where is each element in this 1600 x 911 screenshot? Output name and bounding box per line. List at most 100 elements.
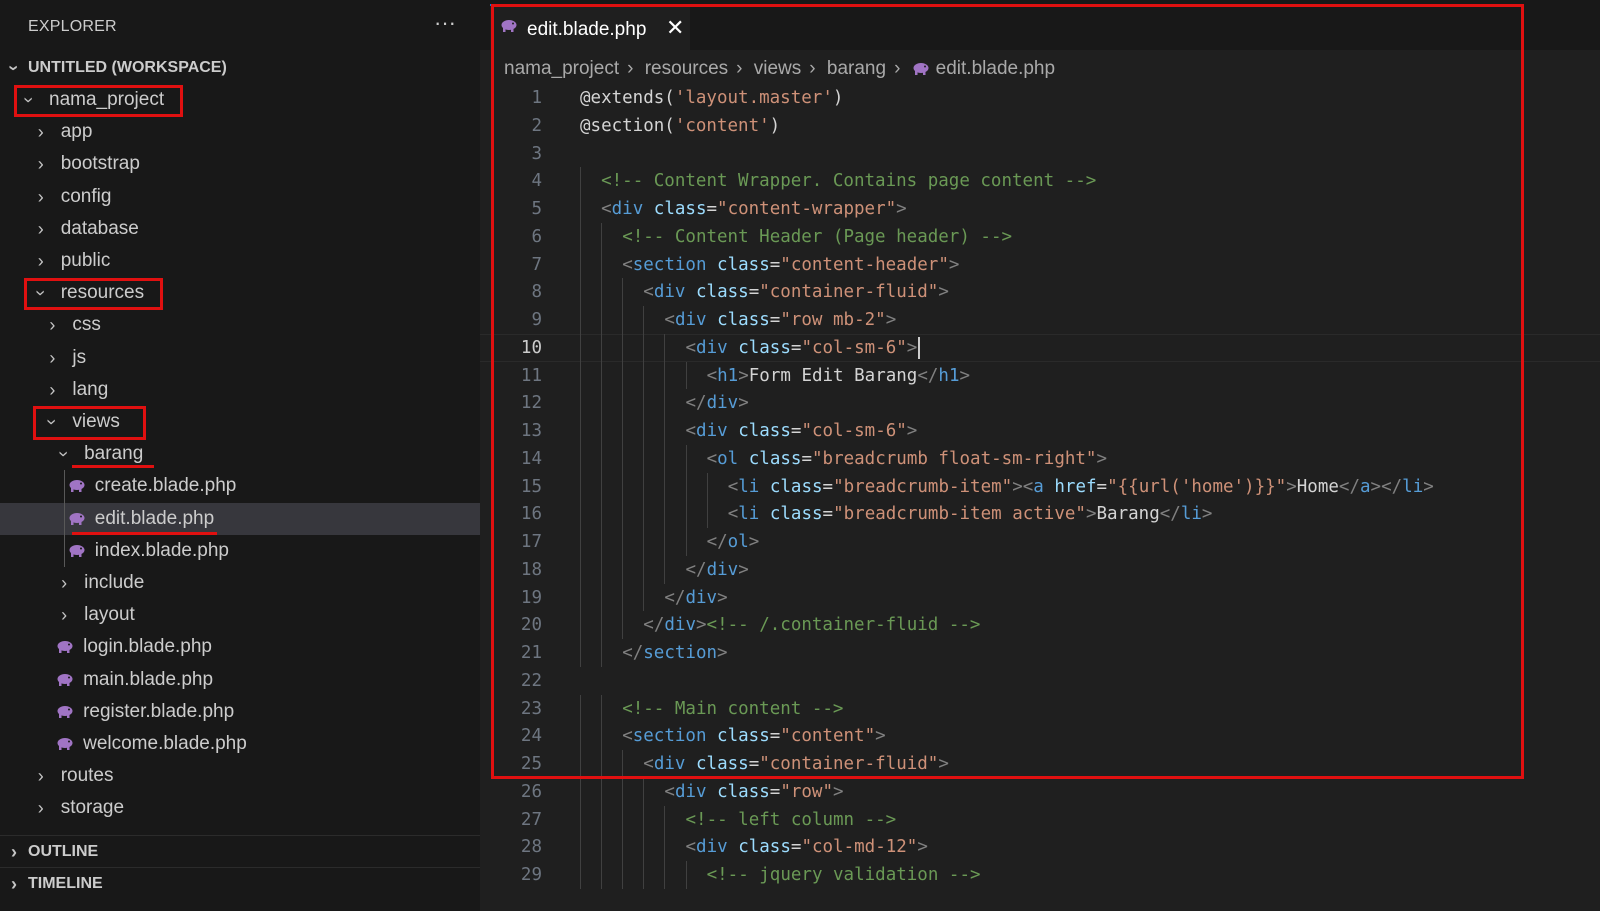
tab-edit-blade[interactable]: edit.blade.php ✕ (490, 4, 690, 50)
code-line[interactable]: 1 @extends('layout.master') (480, 84, 1600, 112)
code-line[interactable]: 28 <div class="col-md-12"> (480, 833, 1600, 861)
tree-folder[interactable]: › js (0, 342, 480, 374)
code-line[interactable]: 4 <!-- Content Wrapper. Contains page con… (480, 167, 1600, 195)
code-line[interactable]: 12 </div> (480, 389, 1600, 417)
code-line[interactable]: 5 <div class="content-wrapper"> (480, 195, 1600, 223)
tree-folder[interactable]: › bootstrap (0, 148, 480, 180)
tree-folder[interactable]: › views (0, 406, 480, 438)
indent-guide (601, 278, 603, 306)
tree-folder[interactable]: › app (0, 116, 480, 148)
code-line[interactable]: 7 <section class="content-header"> (480, 250, 1600, 279)
breadcrumb-item[interactable]: views (754, 58, 802, 79)
more-actions-icon[interactable]: ··· (434, 10, 456, 36)
breadcrumb-item[interactable]: nama_project (504, 58, 619, 79)
tree-folder[interactable]: › resources (0, 277, 480, 309)
code-line[interactable]: 21 </section> (480, 639, 1600, 667)
chevron-right-icon: › (894, 58, 901, 79)
tree-folder[interactable]: › css (0, 309, 480, 341)
code-line[interactable]: 3 (480, 140, 1600, 168)
code-line[interactable]: 19 </div> (480, 583, 1600, 612)
code-line[interactable]: 2 @section('content') (480, 112, 1600, 140)
tree-item-label: login.blade.php (83, 636, 212, 658)
line-number: 4 (531, 171, 542, 192)
breadcrumb-item[interactable]: edit.blade.php (936, 58, 1055, 79)
code-line[interactable]: 18 </div> (480, 555, 1600, 584)
chevron-right-icon: › (49, 315, 56, 336)
tree-folder[interactable]: › storage (0, 792, 480, 824)
indent-guide (664, 555, 666, 584)
indent-guide (580, 195, 581, 223)
outline-section[interactable]: › OUTLINE (0, 835, 480, 868)
code-line[interactable]: 24 <section class="content"> (480, 722, 1600, 750)
chevron-right-icon: › (627, 58, 634, 79)
tree-file[interactable]: main.blade.php (0, 664, 480, 696)
code-token: "row" (780, 781, 834, 802)
code-line[interactable]: 6 <!-- Content Header (Page header) --> (480, 222, 1600, 251)
code-text: <div class="content-wrapper"> (601, 195, 907, 223)
tree-file[interactable]: create.blade.php (0, 470, 480, 502)
code-line[interactable]: 22 (480, 667, 1600, 695)
indent-guide (622, 333, 624, 362)
code-line[interactable]: 26 <div class="row"> (480, 777, 1600, 806)
code-token: Form Edit Barang (748, 365, 918, 386)
code-text: </div><!-- /.container-fluid --> (643, 611, 980, 639)
breadcrumb-item[interactable]: resources (645, 58, 728, 79)
code-token: < (727, 504, 739, 525)
tree-folder[interactable]: › config (0, 181, 480, 213)
indent-guide (580, 167, 581, 195)
indent-guide (685, 472, 687, 501)
breadcrumb-item[interactable]: barang (827, 58, 886, 79)
workspace-header[interactable]: › UNTITLED (WORKSPACE) (0, 52, 480, 84)
code-line[interactable]: 20 </div><!-- /.container-fluid --> (480, 611, 1600, 639)
indent-guide (601, 833, 603, 861)
indent-guide (685, 528, 687, 556)
tree-folder[interactable]: › routes (0, 760, 480, 792)
code-line[interactable]: 11 <h1>Form Edit Barang</h1> (480, 361, 1600, 390)
timeline-section[interactable]: › TIMELINE (0, 867, 480, 900)
php-elephant-icon (69, 480, 85, 493)
tree-item-label: routes (60, 765, 114, 787)
tree-item-label: layout (84, 604, 135, 626)
code-line[interactable]: 23 <!-- Main content --> (480, 694, 1600, 723)
indent-guide (664, 444, 666, 473)
indent-guide (643, 555, 645, 584)
code-line[interactable]: 25 <div class="container-fluid"> (480, 750, 1600, 778)
code-line[interactable]: 9 <div class="row mb-2"> (480, 306, 1600, 334)
code-line[interactable]: 13 <div class="col-sm-6"> (480, 417, 1600, 445)
tree-item-label: barang (84, 443, 144, 465)
code-line[interactable]: 15 <li class="breadcrumb-item"><a href="{… (480, 472, 1600, 501)
tree-folder[interactable]: › nama_project (0, 84, 480, 116)
tree-file[interactable]: login.blade.php (0, 631, 480, 663)
chevron-down-icon: › (4, 65, 24, 71)
code-line[interactable]: 10 <div class="col-sm-6"> (480, 333, 1600, 362)
code-line[interactable]: 27 <!-- left column --> (480, 805, 1600, 834)
code-token: "col-md-12" (801, 837, 918, 858)
tree-file[interactable]: register.blade.php (0, 696, 480, 728)
code-token: ) (832, 88, 844, 108)
code-token: = (1096, 476, 1108, 497)
tree-folder[interactable]: › barang (0, 438, 480, 470)
tree-folder[interactable]: › database (0, 213, 480, 245)
code-line[interactable]: 29 <!-- jquery validation --> (480, 861, 1600, 889)
tree-folder[interactable]: › include (0, 567, 480, 599)
line-number: 28 (520, 837, 542, 858)
code-text: @section('content') (580, 112, 780, 140)
indent-guide (664, 333, 666, 362)
code-token: < (706, 365, 718, 386)
tree-item-label: bootstrap (60, 153, 140, 175)
tree-folder[interactable]: › lang (0, 374, 480, 406)
code-token: li (1180, 504, 1202, 525)
tree-file[interactable]: welcome.blade.php (0, 728, 480, 760)
code-line[interactable]: 16 <li class="breadcrumb-item active">Bar… (480, 500, 1600, 528)
close-icon[interactable]: ✕ (666, 15, 684, 41)
code-token: ol (727, 532, 749, 552)
tree-folder[interactable]: › public (0, 245, 480, 277)
code-line[interactable]: 14 <ol class="breadcrumb float-sm-right"> (480, 444, 1600, 473)
code-line[interactable]: 17 </ol> (480, 528, 1600, 556)
tree-file[interactable]: index.blade.php (0, 535, 480, 567)
code-line[interactable]: 8 <div class="container-fluid"> (480, 278, 1600, 306)
tree-file[interactable]: edit.blade.php (0, 502, 480, 535)
tree-folder[interactable]: › layout (0, 599, 480, 631)
